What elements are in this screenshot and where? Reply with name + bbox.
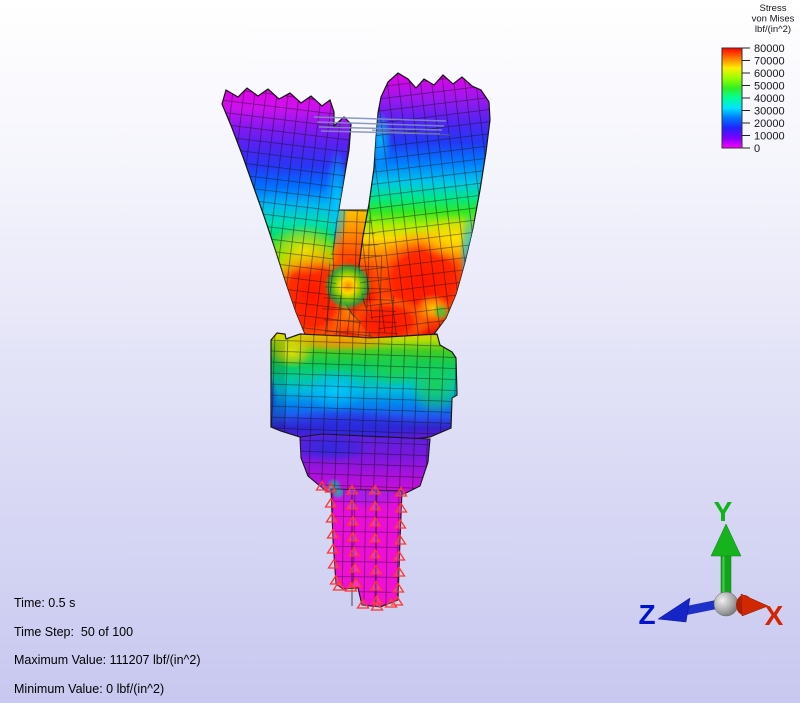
legend-tick-label: 60000 bbox=[754, 68, 785, 80]
status-line-time: Time: 0.5 s bbox=[14, 596, 75, 610]
mesh-overlay bbox=[359, 73, 490, 342]
legend-tick-marks bbox=[742, 48, 750, 148]
y-axis-arrowhead bbox=[711, 524, 741, 556]
legend-tick-label: 30000 bbox=[754, 106, 785, 118]
legend-tick-label: 20000 bbox=[754, 118, 785, 130]
legend-title-line: von Mises bbox=[752, 14, 795, 25]
render-viewport[interactable]: Stress von Mises lbf/(in^2) 80000 70000 … bbox=[0, 0, 800, 703]
x-axis-label: X bbox=[765, 600, 784, 631]
y-axis-label: Y bbox=[714, 496, 733, 527]
legend-tick-label: 50000 bbox=[754, 81, 785, 93]
legend-tick-label: 10000 bbox=[754, 131, 785, 143]
orientation-triad[interactable]: Y Z X bbox=[638, 496, 783, 631]
legend-title-line: Stress bbox=[760, 3, 787, 14]
z-axis-label: Z bbox=[638, 599, 655, 630]
mesh-overlay bbox=[271, 333, 457, 441]
legend-tick-label: 80000 bbox=[754, 43, 785, 55]
legend-tick-label: 0 bbox=[754, 143, 760, 155]
triad-origin-sphere bbox=[714, 592, 738, 616]
legend-title-line: lbf/(in^2) bbox=[755, 24, 791, 35]
stress-legend: Stress von Mises lbf/(in^2) 80000 70000 … bbox=[722, 3, 795, 155]
z-axis-arrowhead bbox=[658, 598, 690, 622]
status-line-maximum-value: Maximum Value: 111207 lbf/(in^2) bbox=[14, 653, 201, 667]
fea-model[interactable] bbox=[222, 73, 490, 610]
legend-tick-label: 70000 bbox=[754, 56, 785, 68]
legend-tick-label: 40000 bbox=[754, 93, 785, 105]
legend-color-bar bbox=[722, 48, 742, 148]
status-line-minimum-value: Minimum Value: 0 lbf/(in^2) bbox=[14, 682, 164, 696]
status-line-time-step: Time Step: 50 of 100 bbox=[14, 625, 133, 639]
